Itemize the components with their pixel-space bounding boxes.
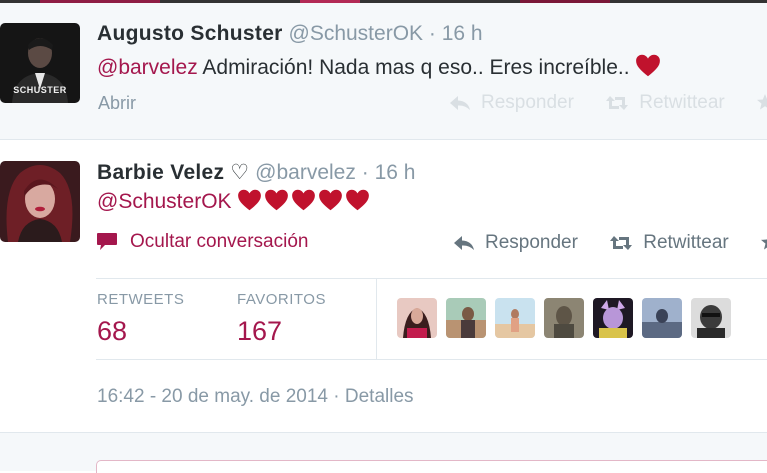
favoriter-avatar[interactable] <box>691 298 731 338</box>
tweet-datetime: 16:42 - 20 de may. de 2014 · Detalles <box>97 386 414 408</box>
retweet-label: Retwittear <box>643 232 729 253</box>
favorites-count: 167 <box>237 316 283 346</box>
retweet-button[interactable]: Retwittear <box>609 232 729 254</box>
tweet-body: Admiración! Nada mas q eso.. Eres increí… <box>197 56 636 79</box>
separator-dot: · <box>361 161 369 184</box>
reply-label: Responder <box>485 232 578 253</box>
hide-conversation-label: Ocultar conversación <box>130 231 309 252</box>
heart-icon <box>346 189 370 211</box>
tweet-text: @barvelez Admiración! Nada mas q eso.. E… <box>97 54 661 80</box>
datetime-text[interactable]: 16:42 - 20 de may. de 2014 <box>97 386 328 407</box>
timestamp[interactable]: 16 h <box>442 22 483 45</box>
reply-button[interactable]: Responder <box>453 232 578 254</box>
author-name[interactable]: Augusto Schuster <box>97 22 283 45</box>
retweets-label: RETWEETS <box>97 291 185 308</box>
reply-icon <box>454 236 474 250</box>
retweet-icon <box>610 236 633 250</box>
reply-button[interactable]: Responder <box>449 92 574 114</box>
avatar-logo-text: SCHUSTER <box>13 85 67 95</box>
tweet-text: @SchusterOK <box>97 189 372 214</box>
retweets-count: 68 <box>97 316 128 346</box>
tweet-actions: Responder Retwittear <box>449 92 767 117</box>
mention-link[interactable]: @SchusterOK <box>97 190 232 213</box>
favoriter-avatar[interactable] <box>544 298 584 338</box>
reply-input[interactable] <box>96 460 767 473</box>
separator-dot: · <box>428 22 436 45</box>
favorites-stat[interactable]: FAVORITOS 167 <box>237 291 326 347</box>
retweet-button[interactable]: Retwittear <box>605 92 725 114</box>
star-icon <box>757 94 767 110</box>
hide-conversation-link[interactable]: Ocultar conversación <box>96 231 308 253</box>
stats-divider <box>376 279 377 359</box>
favoriter-avatar[interactable] <box>593 298 633 338</box>
details-link[interactable]: Detalles <box>345 386 414 407</box>
speech-bubble-icon <box>97 233 117 250</box>
heart-icon <box>292 189 316 211</box>
heart-icon <box>265 189 289 211</box>
hearts-row <box>237 189 372 213</box>
open-link[interactable]: Abrir <box>98 93 136 114</box>
name-heart-symbol: ♡ <box>230 161 250 184</box>
tweet-stats: RETWEETS 68 FAVORITOS 167 <box>96 278 767 360</box>
tweet-header: Augusto Schuster @SchusterOK · 16 h <box>97 22 483 46</box>
avatar[interactable]: SCHUSTER <box>0 23 80 103</box>
retweet-icon <box>606 96 629 110</box>
reply-icon <box>450 96 470 110</box>
favorite-button[interactable] <box>756 93 767 111</box>
favoriter-avatar[interactable] <box>495 298 535 338</box>
screen-name[interactable]: @barvelez <box>255 161 356 184</box>
retweet-label: Retwittear <box>639 92 725 113</box>
avatar[interactable] <box>0 161 80 242</box>
heart-icon <box>238 189 262 211</box>
favorites-label: FAVORITOS <box>237 291 326 308</box>
heart-icon <box>319 189 343 211</box>
mention-link[interactable]: @barvelez <box>97 56 198 79</box>
tweet-actions: Responder Retwittear <box>453 232 767 257</box>
favoriter-avatar[interactable] <box>642 298 682 338</box>
screen-name[interactable]: @SchusterOK <box>289 22 424 45</box>
author-name[interactable]: Barbie Velez <box>97 161 224 184</box>
separator-dot: · <box>333 386 340 407</box>
favoriter-avatar[interactable] <box>397 298 437 338</box>
tweet-augusto[interactable]: SCHUSTER Augusto Schuster @SchusterOK · … <box>0 3 767 140</box>
favoriter-avatar[interactable] <box>446 298 486 338</box>
reply-label: Responder <box>481 92 574 113</box>
tweet-header: Barbie Velez ♡ @barvelez · 16 h <box>97 160 415 185</box>
favorite-button[interactable] <box>760 233 767 251</box>
retweets-stat[interactable]: RETWEETS 68 <box>97 291 184 347</box>
star-icon <box>761 239 767 250</box>
heart-icon <box>636 54 661 77</box>
timestamp[interactable]: 16 h <box>375 161 416 184</box>
